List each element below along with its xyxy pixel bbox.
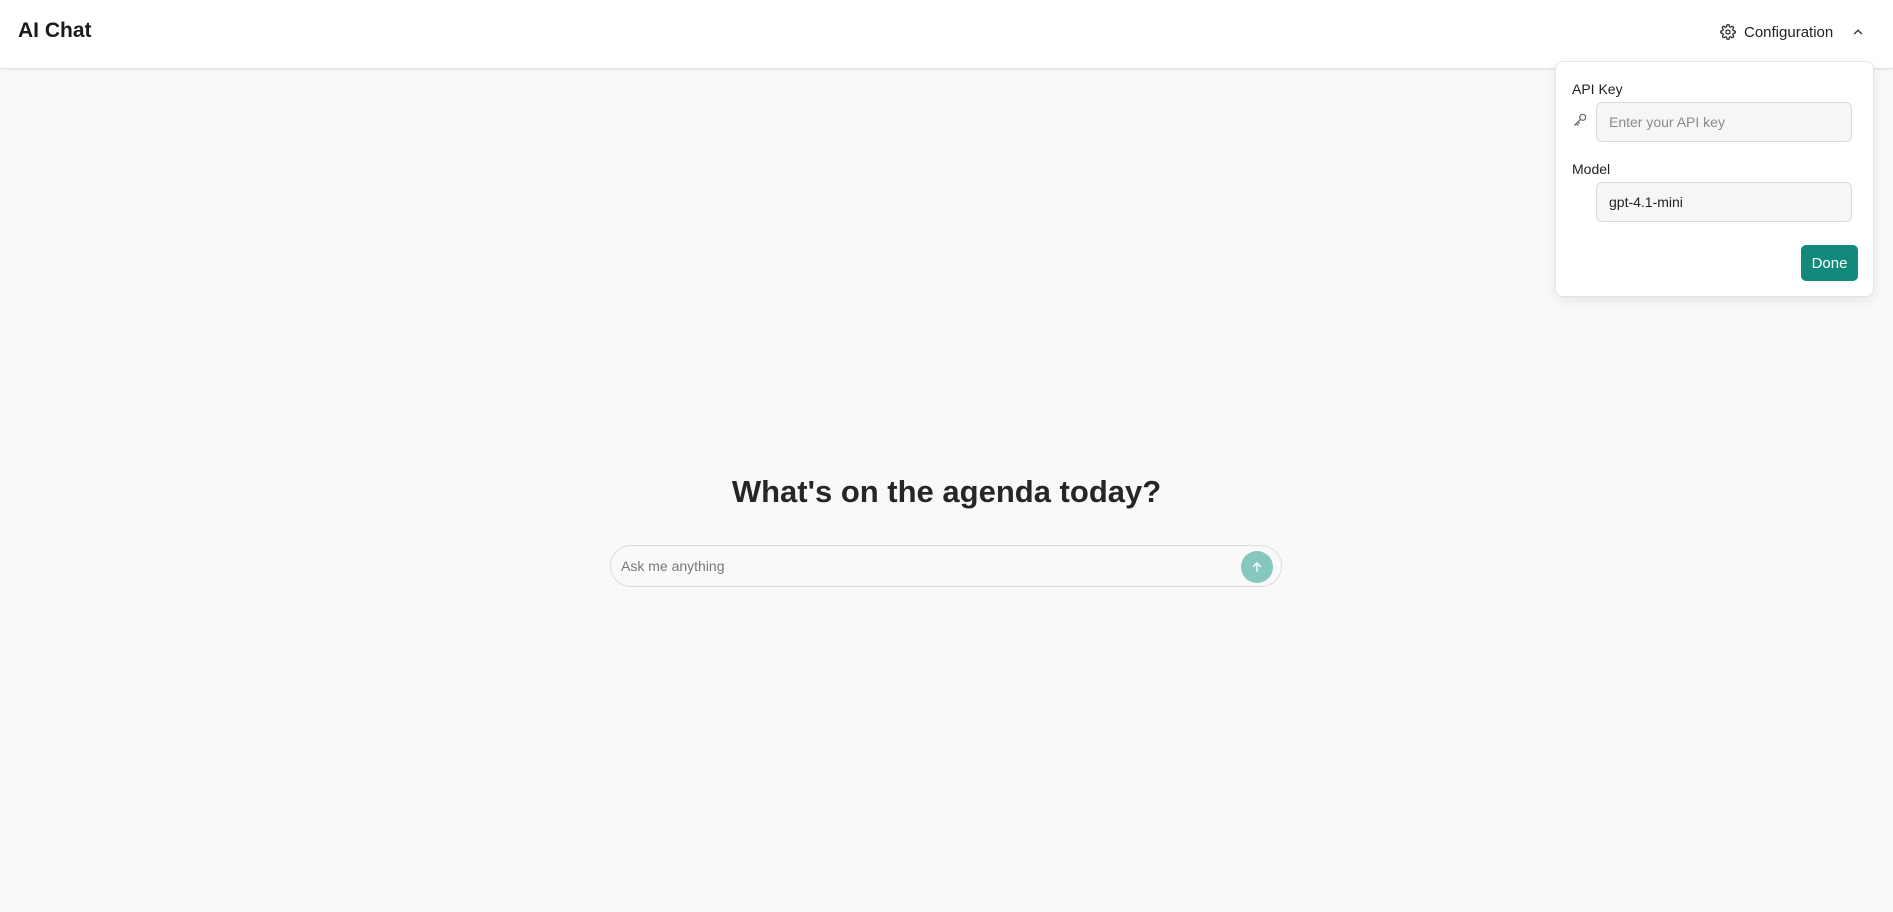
key-icon <box>1572 112 1588 133</box>
model-label: Model <box>1572 161 1611 177</box>
configuration-toggle-button[interactable]: Configuration <box>1720 20 1865 44</box>
chevron-up-icon <box>1851 25 1865 39</box>
api-key-input[interactable] <box>1596 102 1852 142</box>
configuration-panel: API Key Model Done <box>1555 61 1874 297</box>
chat-composer <box>610 545 1282 587</box>
send-button[interactable] <box>1241 551 1273 583</box>
model-input[interactable] <box>1596 182 1852 222</box>
done-button[interactable]: Done <box>1801 245 1858 281</box>
chat-input[interactable] <box>621 546 1221 586</box>
welcome-heading: What's on the agenda today? <box>731 474 1162 509</box>
top-bar: AI Chat Configuration <box>0 0 1893 69</box>
app-title: AI Chat <box>18 19 92 42</box>
configuration-label: Configuration <box>1744 23 1834 41</box>
gear-icon <box>1720 24 1736 40</box>
api-key-label: API Key <box>1572 81 1623 97</box>
arrow-up-icon <box>1250 560 1264 574</box>
